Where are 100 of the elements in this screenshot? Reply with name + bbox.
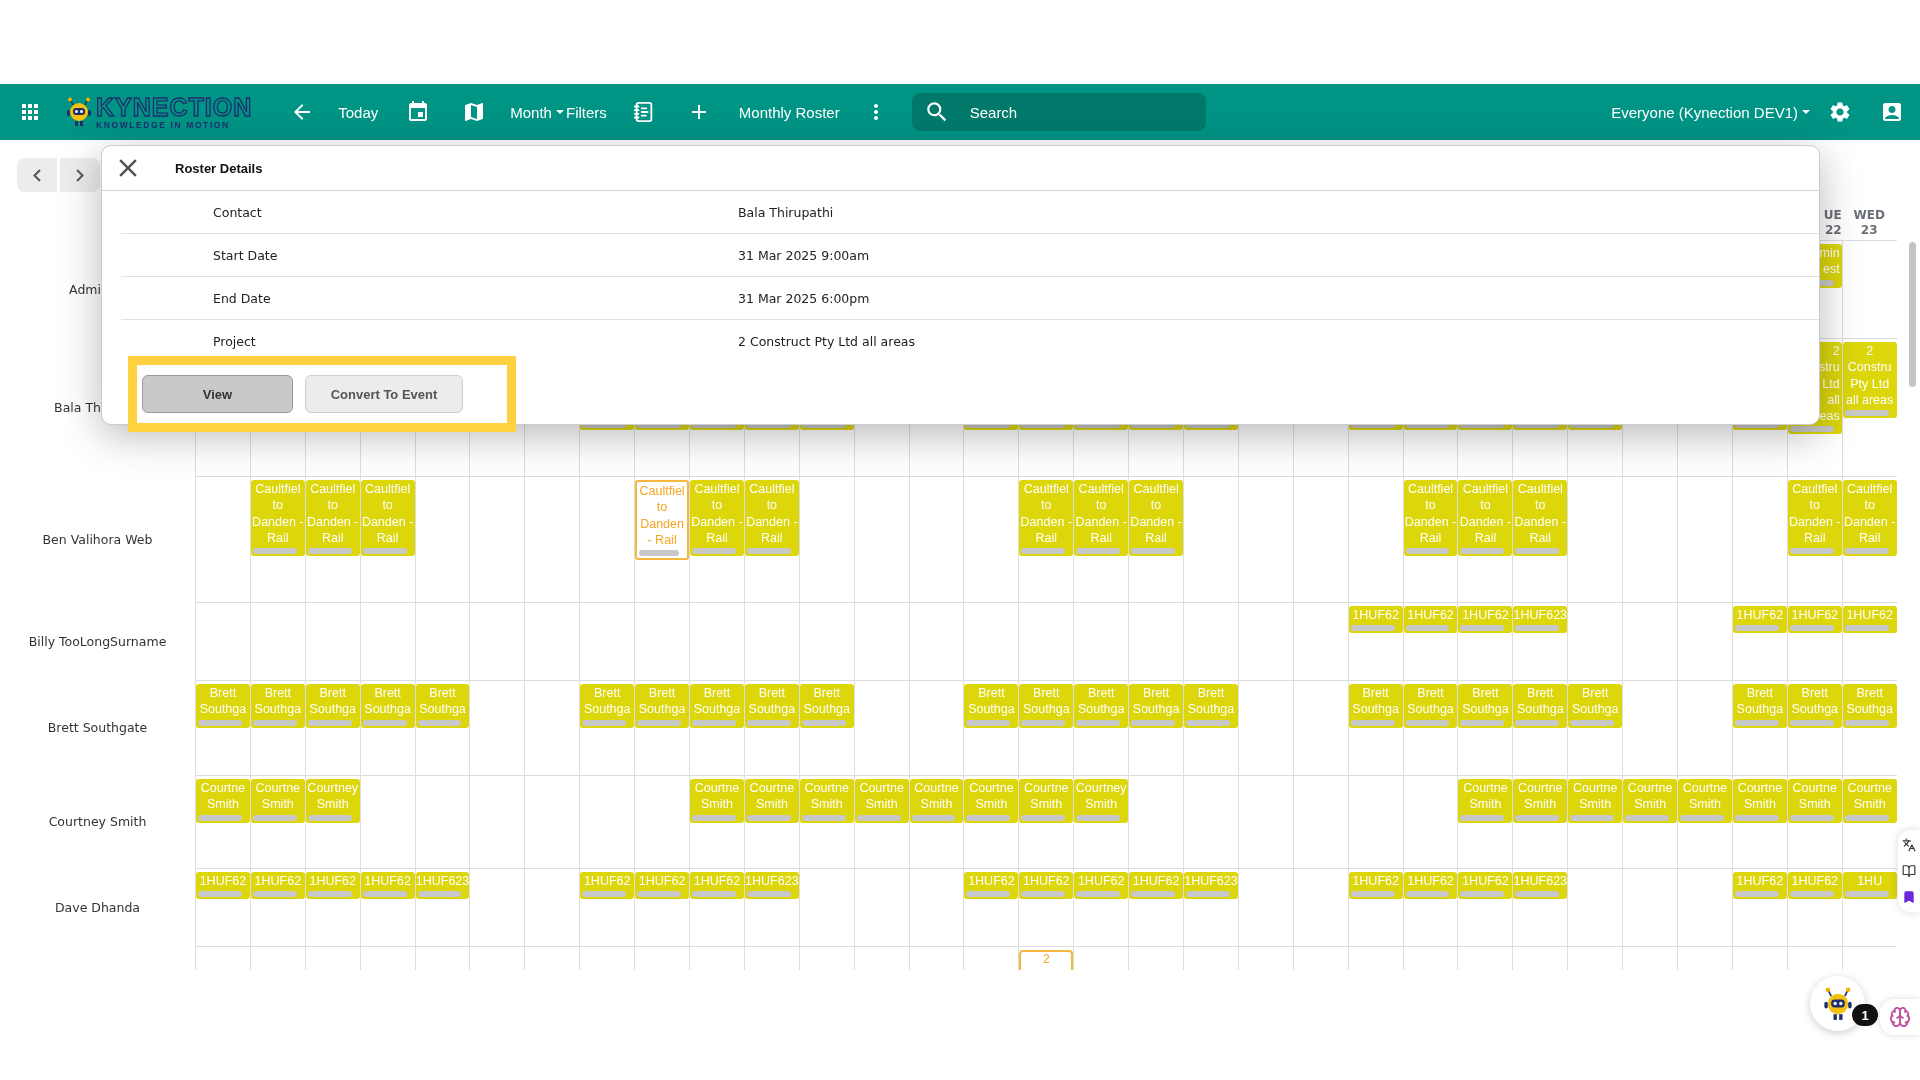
day-cell[interactable] — [469, 775, 525, 868]
day-cell[interactable]: Brett Southga — [414, 680, 470, 775]
day-cell[interactable]: Courtne Smith — [1731, 775, 1787, 868]
roster-event[interactable]: 1HUF62 — [1019, 872, 1074, 900]
roster-event[interactable]: 1HUF62 — [1348, 872, 1403, 900]
day-cell[interactable] — [743, 946, 799, 970]
scrollbar[interactable] — [1909, 242, 1916, 387]
day-cell[interactable] — [743, 602, 799, 680]
day-cell[interactable] — [304, 602, 360, 680]
settings-icon[interactable] — [1828, 100, 1852, 124]
roster-event[interactable]: Courtne Smith — [1019, 779, 1074, 823]
day-cell[interactable] — [1567, 602, 1623, 680]
roster-event[interactable]: 1HUF62 — [1458, 872, 1513, 900]
day-cell[interactable] — [1292, 602, 1348, 680]
day-cell[interactable]: 1HUF62 — [1731, 602, 1787, 680]
roster-event[interactable]: Brett Southga — [1732, 684, 1787, 728]
filters-button[interactable]: Filters — [565, 103, 607, 121]
day-cell[interactable] — [1128, 946, 1184, 970]
day-cell[interactable] — [1237, 946, 1293, 970]
day-cell[interactable]: Courtne Smith — [963, 775, 1019, 868]
roster-event[interactable]: 1HUF62 — [1074, 872, 1129, 900]
roster-event[interactable]: 1HUF62 — [1348, 606, 1403, 634]
roster-event[interactable]: Courtne Smith — [744, 779, 799, 823]
roster-event[interactable]: 1HUF62 — [1732, 872, 1787, 900]
roster-event[interactable]: 1HUF62 — [1787, 606, 1842, 634]
day-cell[interactable]: 1HUF623 — [1512, 602, 1568, 680]
day-cell[interactable]: 1HUF62 — [249, 868, 305, 946]
day-cell[interactable]: Brett Southga — [1347, 680, 1403, 775]
account-icon[interactable] — [1880, 100, 1904, 124]
roster-event[interactable]: Caultfiel to Danden - Rail — [744, 480, 799, 556]
roster-event[interactable]: 1HUF623 — [1184, 872, 1238, 900]
day-cell[interactable]: 1HU — [1841, 868, 1897, 946]
day-cell[interactable] — [359, 775, 415, 868]
roster-event[interactable]: 1HUF623 — [1513, 872, 1568, 900]
day-cell[interactable]: Caultfiel to Danden - Rail — [1073, 476, 1129, 602]
roster-event[interactable]: Brett Southga — [250, 684, 305, 728]
roster-event[interactable]: Brett Southga — [799, 684, 854, 728]
roster-event[interactable]: Brett Southga — [1787, 684, 1842, 728]
day-cell[interactable]: Caultfiel to Danden - Rail — [743, 476, 799, 602]
roster-event[interactable]: Brett Southga — [1568, 684, 1623, 728]
roster-event[interactable]: 1HUF623 — [415, 872, 470, 900]
brain-button[interactable] — [1880, 999, 1920, 1035]
day-cell[interactable] — [1183, 946, 1238, 970]
roster-event[interactable]: Courtne Smith — [1732, 779, 1787, 823]
day-cell[interactable]: Courtne Smith — [1018, 775, 1074, 868]
translate-icon[interactable] — [1902, 838, 1916, 852]
day-cell[interactable]: Courtne Smith — [1786, 775, 1842, 868]
day-cell[interactable] — [1677, 602, 1732, 680]
roster-event[interactable]: Brett Southga — [1458, 684, 1513, 728]
roster-event[interactable]: Courtne Smith — [909, 779, 964, 823]
roster-event[interactable]: Brett Southga — [415, 684, 470, 728]
roster-event[interactable]: Courtne Smith — [854, 779, 909, 823]
day-cell[interactable]: Caultfiel to Danden - Rail — [634, 476, 689, 602]
roster-event[interactable]: Courtney Smith — [305, 779, 360, 823]
roster-event[interactable]: Brett Southga — [635, 684, 689, 728]
roster-event[interactable]: Brett Southga — [1348, 684, 1403, 728]
day-cell[interactable] — [579, 946, 635, 970]
roster-event[interactable]: Courtne Smith — [1623, 779, 1678, 823]
day-cell[interactable]: Caultfiel to Danden - Rail — [689, 476, 744, 602]
previous-button[interactable] — [17, 158, 57, 192]
roster-event[interactable]: Brett Southga — [1074, 684, 1129, 728]
day-cell[interactable] — [469, 680, 525, 775]
day-cell[interactable]: 1HUF62 — [579, 868, 635, 946]
day-cell[interactable]: Brett Southga — [1183, 680, 1238, 775]
roster-event[interactable]: Caultfiel to Danden - Rail — [1787, 480, 1842, 556]
day-cell[interactable] — [1183, 602, 1238, 680]
day-cell[interactable]: Caultfiel to Danden - Rail — [1786, 476, 1842, 602]
day-cell[interactable]: Courtne Smith — [1677, 775, 1732, 868]
roster-event[interactable]: Caultfiel to Danden - Rail — [1842, 480, 1897, 556]
day-cell[interactable]: Courtne Smith — [1622, 775, 1678, 868]
day-cell[interactable]: Brett Southga — [634, 680, 689, 775]
roster-event[interactable]: 1HUF62 — [635, 872, 689, 900]
day-cell[interactable]: Courtney Smith — [1073, 775, 1129, 868]
roster-event[interactable]: 1HUF62 — [1787, 872, 1842, 900]
day-cell[interactable] — [798, 946, 854, 970]
day-cell[interactable] — [524, 602, 580, 680]
day-cell[interactable] — [798, 476, 854, 602]
day-cell[interactable] — [853, 946, 909, 970]
day-cell[interactable] — [1183, 775, 1238, 868]
day-cell[interactable]: Brett Southga — [195, 680, 250, 775]
roster-event[interactable]: Caultfiel to Danden - Rail — [305, 480, 360, 556]
day-cell[interactable] — [1567, 946, 1623, 970]
day-cell[interactable]: 1HUF62 — [1128, 868, 1184, 946]
day-cell[interactable] — [195, 946, 250, 970]
roster-event[interactable]: 1HUF62 — [964, 872, 1019, 900]
roster-event[interactable]: Courtney Smith — [1074, 779, 1129, 823]
day-cell[interactable] — [908, 868, 964, 946]
roster-event[interactable]: 1HUF62 — [1732, 606, 1787, 634]
day-cell[interactable] — [414, 946, 470, 970]
roster-event[interactable]: Brett Southga — [1019, 684, 1074, 728]
roster-event[interactable]: Courtne Smith — [799, 779, 854, 823]
day-cell[interactable]: Brett Southga — [249, 680, 305, 775]
day-cell[interactable]: Brett Southga — [1731, 680, 1787, 775]
roster-event[interactable]: 1HUF62 — [1403, 872, 1458, 900]
day-cell[interactable]: Brett Southga — [1841, 680, 1897, 775]
day-cell[interactable]: 1HUF623 — [414, 868, 470, 946]
day-cell[interactable] — [524, 868, 580, 946]
day-cell[interactable] — [1677, 680, 1732, 775]
day-cell[interactable]: 1HUF62 — [1786, 602, 1842, 680]
roster-event[interactable]: Brett Southga — [1403, 684, 1458, 728]
